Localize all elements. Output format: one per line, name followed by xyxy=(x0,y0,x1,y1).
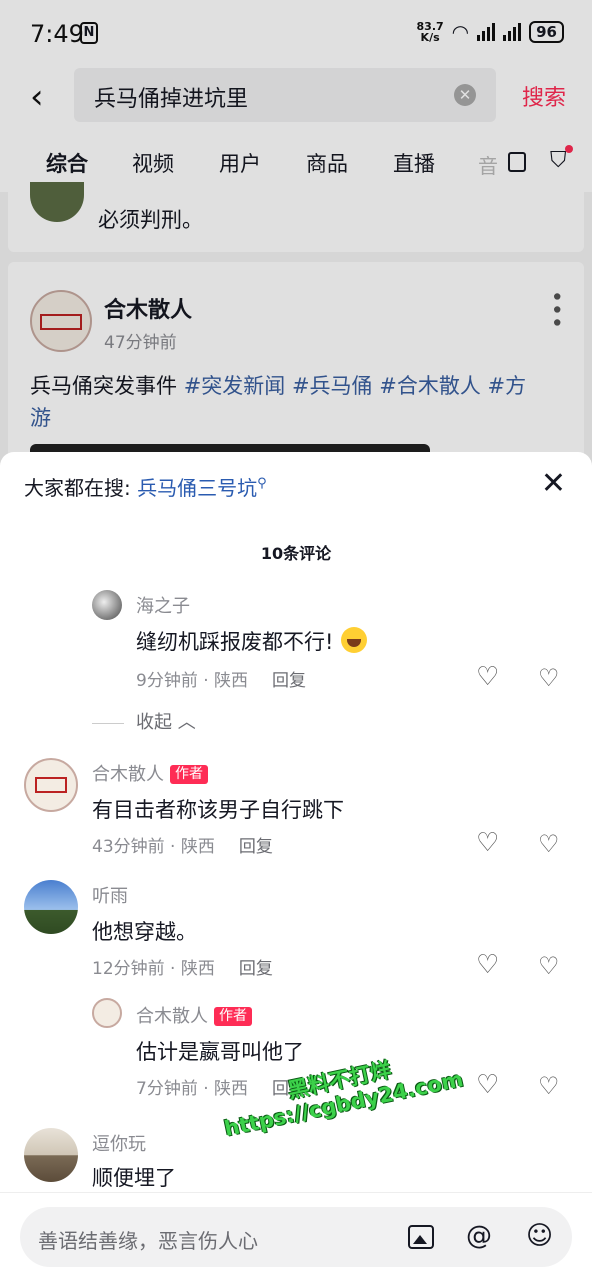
input-placeholder: 善语结善缘，恶言伤人心 xyxy=(38,1229,258,1253)
comment-username[interactable]: 逗你玩 xyxy=(92,1130,146,1156)
avatar[interactable] xyxy=(24,880,78,934)
comment-meta: 9分钟前 · 陕西 回复 xyxy=(136,671,307,691)
close-icon[interactable]: ✕ xyxy=(541,466,566,501)
comment-text: 他想穿越。 xyxy=(92,920,197,944)
avatar[interactable] xyxy=(92,998,122,1028)
avatar[interactable] xyxy=(24,1128,78,1182)
comment-text: 顺便埋了 xyxy=(92,1166,176,1190)
comment-text: 有目击者称该男子自行跳下 xyxy=(92,798,344,822)
like-icon[interactable]: ♡ xyxy=(476,1070,499,1100)
reply-button[interactable]: 回复 xyxy=(272,671,306,691)
search-icon: ⚲ xyxy=(257,476,267,491)
comment-username[interactable]: 听雨 xyxy=(92,882,128,908)
comment-text: 缝纫机踩报废都不行! xyxy=(136,626,368,656)
avatar[interactable] xyxy=(92,590,122,620)
reply-button[interactable]: 回复 xyxy=(239,959,273,979)
avatar[interactable] xyxy=(24,758,78,812)
dislike-icon[interactable]: ♡ xyxy=(538,952,560,980)
comment-input[interactable]: 善语结善缘，恶言伤人心 @ ☺ xyxy=(20,1207,572,1267)
comment-username[interactable]: 合木散人 作者 xyxy=(92,760,208,786)
comment-username[interactable]: 合木散人 作者 xyxy=(136,1002,252,1028)
trending-search: 大家都在搜: 兵马俑三号坑⚲ xyxy=(24,476,267,500)
author-badge: 作者 xyxy=(214,1007,252,1026)
comment-username[interactable]: 海之子 xyxy=(136,592,190,618)
comment-input-bar: 善语结善缘，恶言伤人心 @ ☺ xyxy=(0,1192,592,1280)
like-icon[interactable]: ♡ xyxy=(476,828,499,858)
comment-text: 估计是嬴哥叫他了 xyxy=(136,1040,304,1064)
dislike-icon[interactable]: ♡ xyxy=(538,1072,560,1100)
like-icon[interactable]: ♡ xyxy=(476,662,499,692)
image-icon[interactable] xyxy=(408,1225,434,1249)
mention-icon[interactable]: @ xyxy=(466,1221,492,1251)
laughing-emoji-icon xyxy=(341,627,368,653)
dislike-icon[interactable]: ♡ xyxy=(538,664,560,692)
dislike-icon[interactable]: ♡ xyxy=(538,830,560,858)
comment-count: 10条评论 xyxy=(260,544,332,563)
comment-meta: 7分钟前 · 陕西 回复 xyxy=(136,1079,307,1099)
comment-sheet: 大家都在搜: 兵马俑三号坑⚲ ✕ 10条评论 海之子 缝纫机踩报废都不行! 9分… xyxy=(0,452,592,1280)
like-icon[interactable]: ♡ xyxy=(476,950,499,980)
author-badge: 作者 xyxy=(170,765,208,784)
emoji-icon[interactable]: ☺ xyxy=(526,1221,553,1251)
reply-button[interactable]: 回复 xyxy=(239,837,273,857)
comment-meta: 43分钟前 · 陕西 回复 xyxy=(92,837,273,857)
chevron-up-icon: ︿ xyxy=(177,712,196,733)
comment-meta: 12分钟前 · 陕西 回复 xyxy=(92,959,273,979)
collapse-replies[interactable]: 收起 ︿ xyxy=(92,708,196,734)
trending-link[interactable]: 兵马俑三号坑⚲ xyxy=(137,476,267,500)
